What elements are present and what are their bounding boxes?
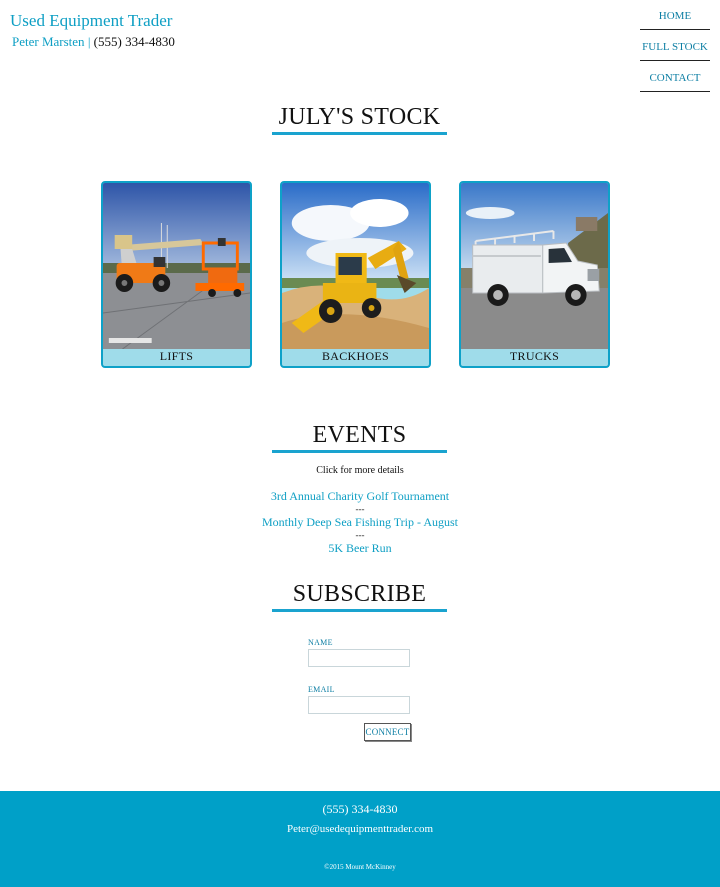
event-separator: --- [355,504,365,514]
email-label: EMAIL [308,685,335,694]
email-field[interactable] [308,696,410,714]
subscribe-heading: SUBSCRIBE [272,581,447,612]
stock-card-backhoes[interactable]: BACKHOES [280,181,431,368]
event-link-beer-run[interactable]: 5K Beer Run [0,541,720,555]
nav-full-stock[interactable]: FULL STOCK [640,31,710,61]
name-field[interactable] [308,649,410,667]
stock-card-trucks[interactable]: TRUCKS [459,181,610,368]
event-link-fishing[interactable]: Monthly Deep Sea Fishing Trip - August [0,515,720,529]
connect-button[interactable]: CONNECT [364,723,411,741]
events-hint: Click for more details [316,465,404,476]
brand-contact: Peter Marsten | (555) 334-4830 [10,33,175,51]
trucks-label: TRUCKS [509,349,560,363]
header-phone: (555) 334-4830 [93,34,175,49]
footer: (555) 334-4830 Peter@usedequipmenttrader… [0,791,720,887]
backhoes-photo [282,183,429,349]
nav-home[interactable]: HOME [640,0,710,30]
lifts-label: LIFTS [159,349,194,363]
footer-email[interactable]: Peter@usedequipmenttrader.com [0,823,720,835]
top-nav: HOME FULL STOCK CONTACT [640,0,710,93]
name-label: NAME [308,638,333,647]
stock-heading: JULY'S STOCK [272,104,447,135]
owner-name: Peter Marsten [12,34,85,49]
subscribe-form: NAME EMAIL [308,638,418,714]
stock-card-lifts[interactable]: LIFTS [101,181,252,368]
brand-block: Used Equipment Trader Peter Marsten | (5… [10,10,175,51]
brand-separator: | [87,34,91,49]
backhoes-label: BACKHOES [321,349,390,363]
events-heading: EVENTS [272,422,447,453]
form-gap [308,667,418,685]
trucks-photo [461,183,608,349]
event-link-golf[interactable]: 3rd Annual Charity Golf Tournament [0,489,720,503]
event-separator: --- [355,530,365,540]
nav-contact[interactable]: CONTACT [640,62,710,92]
lifts-photo [103,183,250,349]
footer-phone: (555) 334-4830 [322,802,398,816]
footer-copyright: ©2015 Mount McKinney [324,863,396,871]
site-title[interactable]: Used Equipment Trader [10,10,175,32]
events-list: Click for more details 3rd Annual Charit… [0,465,720,555]
